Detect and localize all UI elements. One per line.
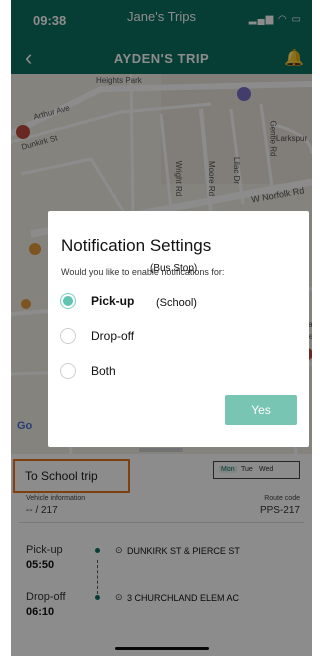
yes-button[interactable]: Yes <box>225 395 297 425</box>
school-annotation: (School) <box>156 297 197 309</box>
option-pickup-label[interactable]: Pick-up <box>91 294 134 308</box>
left-margin <box>0 0 11 656</box>
phone-screen: 09:38 Jane's Trips ▂▄▆ ◠ ▭ ‹ AYDEN'S TRI… <box>11 0 312 656</box>
option-dropoff-label[interactable]: Drop-off <box>91 329 134 343</box>
screenshot-frame: 09:38 Jane's Trips ▂▄▆ ◠ ▭ ‹ AYDEN'S TRI… <box>0 0 312 656</box>
option-both-label[interactable]: Both <box>91 364 116 378</box>
radio-dropoff[interactable] <box>60 328 76 344</box>
notification-dialog: Notification Settings Would you like to … <box>48 211 309 447</box>
bus-stop-annotation: (Bus Stop) <box>150 263 198 274</box>
radio-both[interactable] <box>60 363 76 379</box>
dialog-title: Notification Settings <box>61 236 212 255</box>
radio-pickup[interactable] <box>60 293 76 309</box>
dialog-subtitle: Would you like to enable notifications f… <box>61 267 225 277</box>
